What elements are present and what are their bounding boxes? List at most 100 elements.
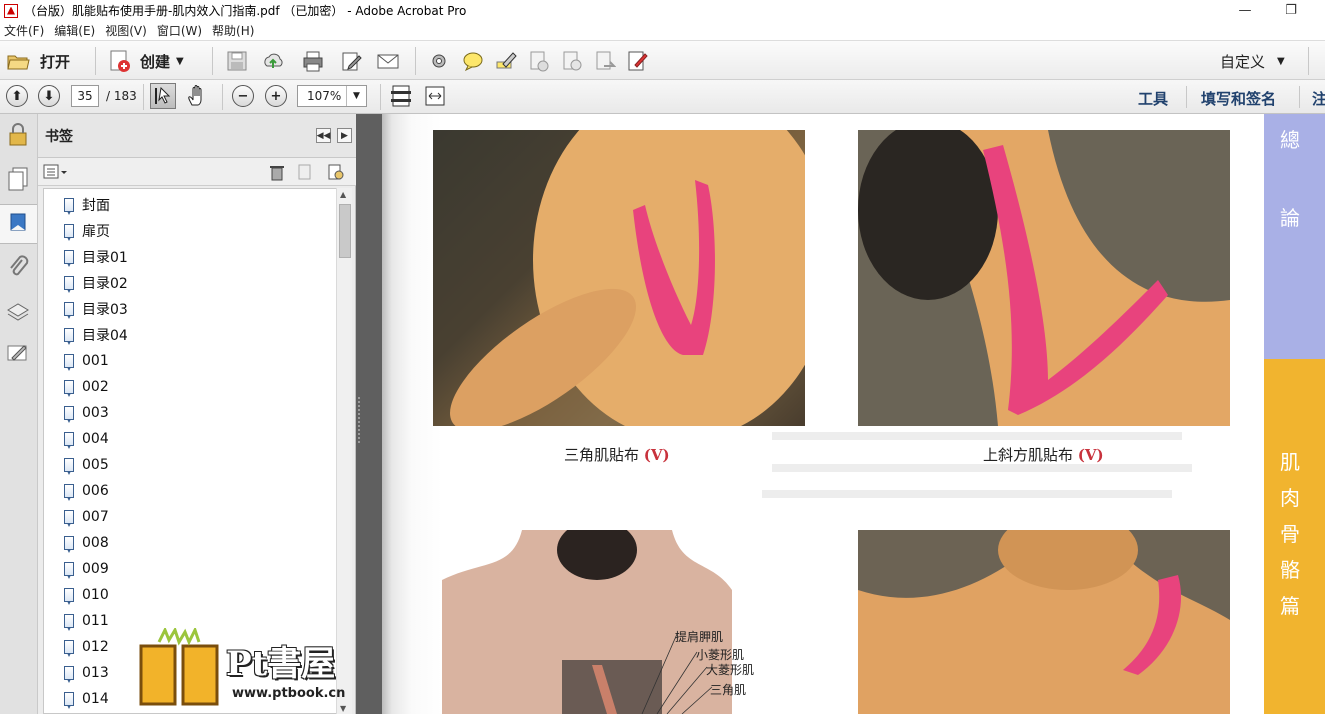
bookmark-icon <box>64 380 74 394</box>
bookmark-icon <box>10 213 26 231</box>
dropdown-arrow-icon[interactable]: ▼ <box>346 86 366 106</box>
menu-edit[interactable]: 编辑(E) <box>50 22 101 39</box>
bookmark-icon <box>64 302 74 316</box>
divider <box>1186 86 1187 108</box>
bookmarks-tab[interactable] <box>0 204 37 244</box>
remove-page-icon[interactable] <box>528 50 550 72</box>
side-tab-char: 骨 <box>1280 522 1300 546</box>
bookmark-icon <box>64 224 74 238</box>
list-item[interactable]: 005 <box>64 453 109 477</box>
bookmark-icon <box>64 484 74 498</box>
next-page-button[interactable]: ⬇ <box>38 85 60 107</box>
list-item[interactable]: 扉页 <box>64 219 110 243</box>
side-tab-char: 總 <box>1280 128 1300 152</box>
menu-file[interactable]: 文件(F) <box>0 22 50 39</box>
open-button[interactable]: 打开 <box>6 49 70 73</box>
list-item[interactable]: 007 <box>64 505 109 529</box>
tools-link[interactable]: 工具 <box>1138 88 1168 109</box>
scroll-down-icon[interactable]: ▼ <box>340 704 346 713</box>
trash-icon[interactable] <box>268 163 286 181</box>
fill-sign-link[interactable]: 填写和签名 <box>1201 88 1276 109</box>
find-bookmark-icon[interactable] <box>326 163 346 181</box>
chevron-right-icon: ▶ <box>341 130 348 141</box>
fit-page-icon[interactable] <box>390 85 412 107</box>
highlight-icon[interactable] <box>495 50 517 72</box>
list-item[interactable]: 004 <box>64 427 109 451</box>
create-button[interactable]: 创建 ▼ <box>108 49 184 73</box>
bookmarks-title: 书签 <box>45 129 73 145</box>
email-icon[interactable] <box>377 50 399 72</box>
options-menu-icon[interactable] <box>43 163 69 181</box>
form-edit-icon[interactable] <box>626 50 648 72</box>
lock-icon[interactable] <box>6 122 30 148</box>
list-item[interactable]: 目录04 <box>64 323 128 347</box>
dropdown-arrow-icon: ▼ <box>1277 55 1285 67</box>
attachment-icon[interactable] <box>6 254 30 280</box>
bookmark-icon <box>64 276 74 290</box>
menu-help[interactable]: 帮助(H) <box>208 22 260 39</box>
layers-icon[interactable] <box>6 298 30 324</box>
save-icon[interactable] <box>226 50 248 72</box>
splitter-grip[interactable] <box>356 395 362 445</box>
restore-button[interactable]: ❐ <box>1268 0 1314 21</box>
signatures-icon[interactable] <box>6 342 30 368</box>
divider <box>143 84 144 110</box>
menu-bar: 文件(F) 编辑(E) 视图(V) 窗口(W) 帮助(H) <box>0 21 1325 40</box>
select-tool-button[interactable] <box>150 83 176 109</box>
sign-icon[interactable] <box>561 50 583 72</box>
zoom-out-button[interactable]: − <box>232 85 254 107</box>
pages-icon[interactable] <box>6 166 30 192</box>
bookmarks-panel: 书签 ◀◀ ▶ 封面 扉页 目录01 目录02 目录03 目录04 001 00… <box>38 114 356 714</box>
bookmark-icon <box>64 458 74 472</box>
list-item[interactable]: 001 <box>64 349 109 373</box>
list-item[interactable]: 010 <box>64 583 109 607</box>
divider <box>415 47 416 75</box>
scroll-up-icon[interactable]: ▲ <box>340 190 346 199</box>
zoom-in-button[interactable]: + <box>265 85 287 107</box>
list-item[interactable]: 011 <box>64 609 109 633</box>
deltoid-tape-photo <box>433 130 805 426</box>
list-item[interactable]: 006 <box>64 479 109 503</box>
minimize-button[interactable]: — <box>1222 0 1268 21</box>
prev-page-button[interactable]: ⬆ <box>6 85 28 107</box>
list-item[interactable]: 014 <box>64 687 109 711</box>
main-toolbar: 打开 创建 ▼ 自定义 ▼ <box>0 40 1325 80</box>
collapse-panel-button[interactable]: ◀◀ <box>316 128 331 143</box>
navigation-pane-rail <box>0 114 38 714</box>
list-item[interactable]: 013 <box>64 661 109 685</box>
share-icon[interactable] <box>594 50 616 72</box>
side-tab-char: 論 <box>1280 206 1300 230</box>
bookmark-icon <box>64 666 74 680</box>
scroll-thumb[interactable] <box>339 204 351 258</box>
list-item[interactable]: 目录02 <box>64 271 128 295</box>
list-item[interactable]: 012 <box>64 635 109 659</box>
bookmark-icon <box>64 614 74 628</box>
menu-window[interactable]: 窗口(W) <box>153 22 208 39</box>
expand-panel-button[interactable]: ▶ <box>337 128 352 143</box>
list-item[interactable]: 封面 <box>64 193 110 217</box>
list-item[interactable]: 003 <box>64 401 109 425</box>
list-item[interactable]: 002 <box>64 375 109 399</box>
edit-document-icon[interactable] <box>340 50 362 72</box>
page-number-input[interactable]: 35 <box>71 85 99 107</box>
list-item[interactable]: 008 <box>64 531 109 555</box>
list-item[interactable]: 009 <box>64 557 109 581</box>
list-item[interactable]: 目录01 <box>64 245 128 269</box>
fit-width-icon[interactable] <box>424 85 446 107</box>
zoom-select[interactable]: 107% ▼ <box>297 85 367 107</box>
divider <box>212 47 213 75</box>
gear-icon[interactable] <box>428 50 450 72</box>
print-icon[interactable] <box>302 50 324 72</box>
cloud-upload-icon[interactable] <box>262 50 284 72</box>
label-leader-lines <box>641 634 713 714</box>
menu-view[interactable]: 视图(V) <box>101 22 153 39</box>
comment-icon[interactable] <box>462 50 484 72</box>
customize-button[interactable]: 自定义 ▼ <box>1220 49 1285 73</box>
bookmark-icon <box>64 406 74 420</box>
bookmarks-scrollbar[interactable]: ▲ ▼ <box>336 188 352 714</box>
comment-link[interactable]: 注 <box>1312 88 1325 109</box>
new-bookmark-icon[interactable] <box>296 163 314 181</box>
watermark-brand: Pt書屋 <box>226 644 336 684</box>
hand-icon[interactable] <box>186 85 208 107</box>
list-item[interactable]: 目录03 <box>64 297 128 321</box>
